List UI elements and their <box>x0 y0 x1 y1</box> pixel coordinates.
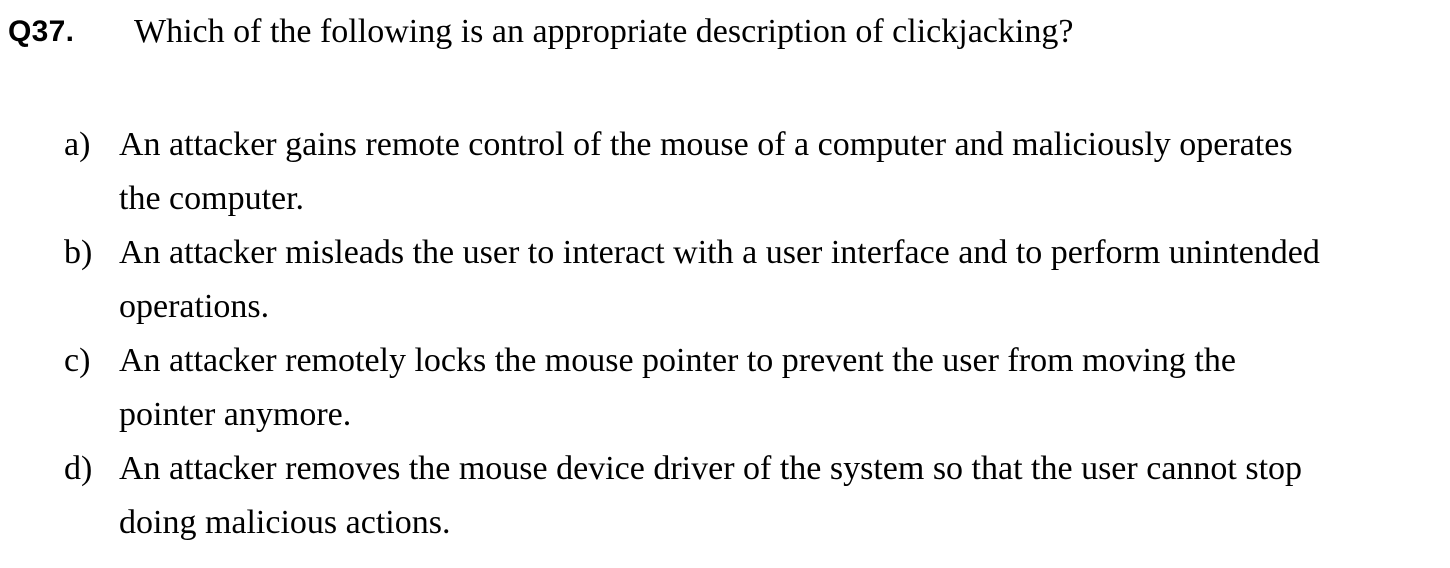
option-d-line-1: An attacker removes the mouse device dri… <box>119 450 1303 487</box>
option-a-line-1: An attacker gains remote control of the … <box>119 126 1293 163</box>
question-number: Q37. <box>8 15 75 48</box>
option-b-line-1: An attacker misleads the user to interac… <box>119 234 1320 271</box>
option-d: d) An attacker removes the mouse device … <box>0 446 1450 554</box>
answer-options: a) An attacker gains remote control of t… <box>0 122 1450 554</box>
option-c-letter: c) <box>64 342 91 379</box>
option-a-letter: a) <box>64 126 91 163</box>
option-a-text: An attacker gains remote control of the … <box>119 118 1414 226</box>
option-b-text: An attacker misleads the user to interac… <box>119 226 1414 334</box>
option-a-line-2: the computer. <box>119 180 305 217</box>
option-d-text: An attacker removes the mouse device dri… <box>119 442 1414 550</box>
option-c-line-1: An attacker remotely locks the mouse poi… <box>119 342 1236 379</box>
question-text: Which of the following is an appropriate… <box>134 13 1074 50</box>
option-b-line-2: operations. <box>119 288 270 325</box>
option-c-line-2: pointer anymore. <box>119 396 352 433</box>
question-page: Q37. Which of the following is an approp… <box>0 0 1450 568</box>
option-d-line-2: doing malicious actions. <box>119 504 451 541</box>
option-c-text: An attacker remotely locks the mouse poi… <box>119 334 1414 442</box>
option-b: b) An attacker misleads the user to inte… <box>0 230 1450 338</box>
option-b-letter: b) <box>64 234 93 271</box>
option-d-letter: d) <box>64 450 93 487</box>
option-a: a) An attacker gains remote control of t… <box>0 122 1450 230</box>
option-c: c) An attacker remotely locks the mouse … <box>0 338 1450 446</box>
